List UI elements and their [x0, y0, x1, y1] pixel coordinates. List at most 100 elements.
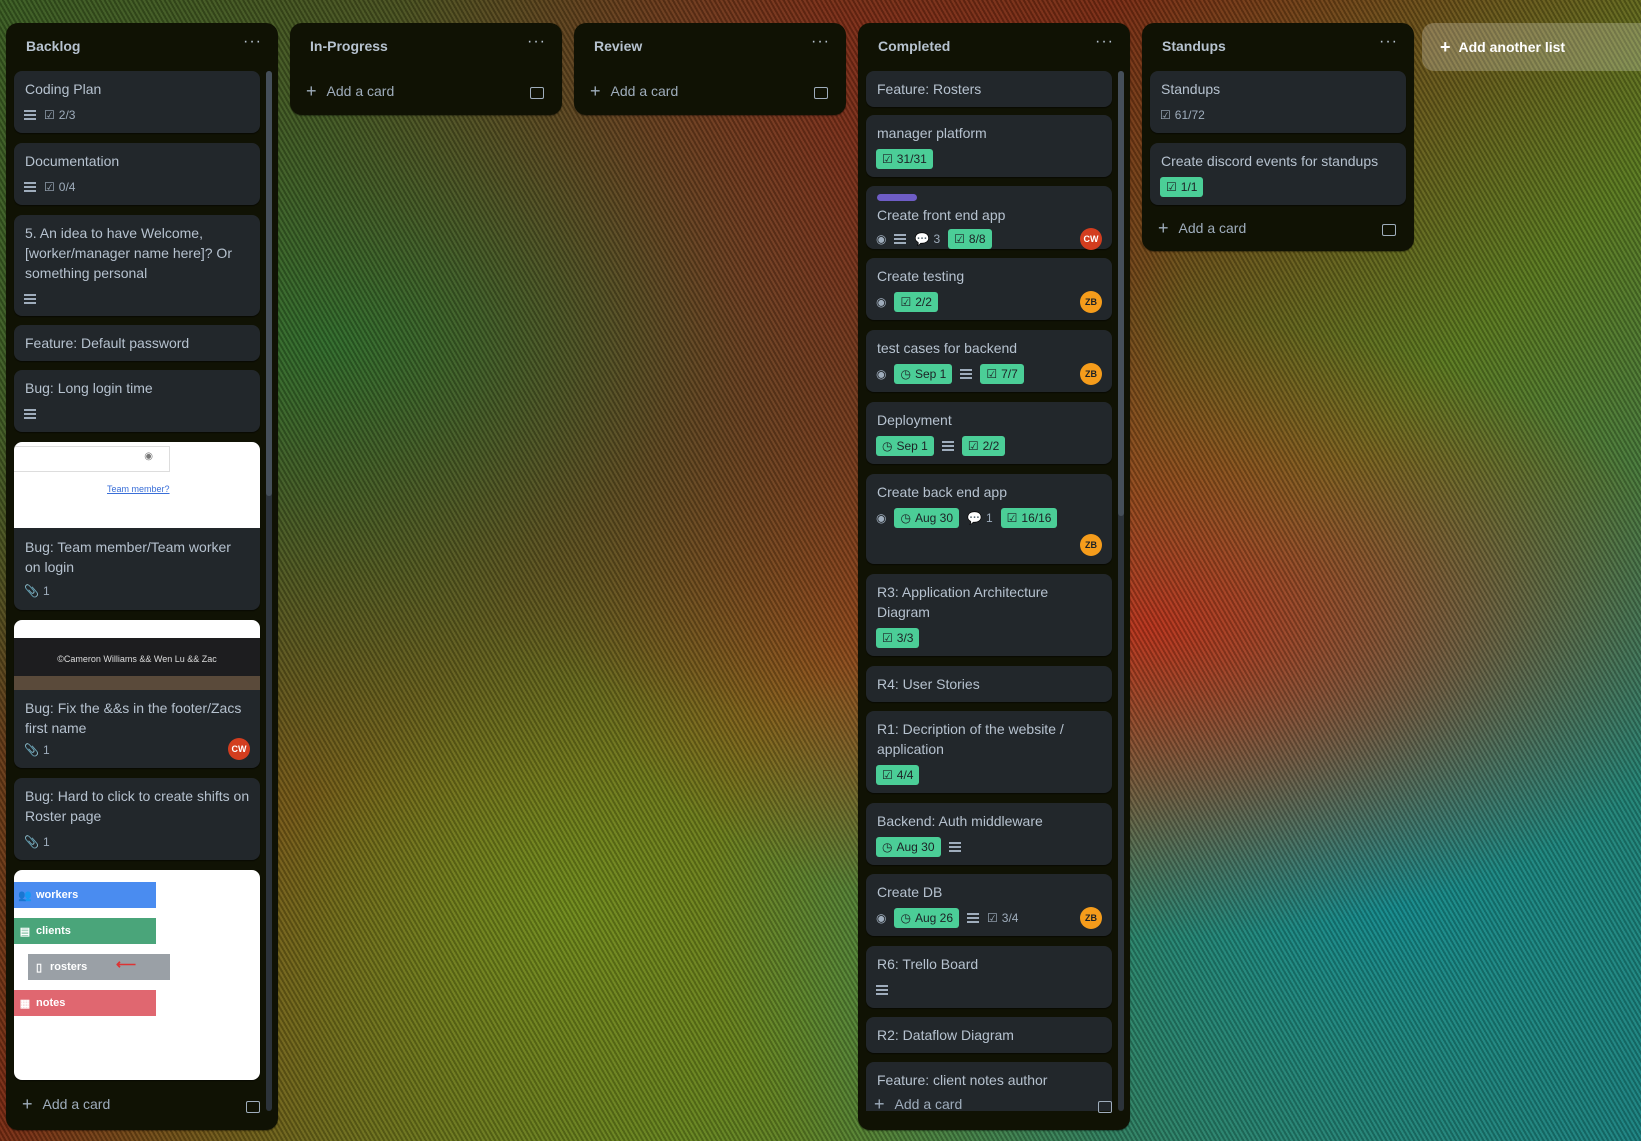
paperclip-icon: 📎 [24, 835, 39, 849]
add-list-label: Add another list [1458, 39, 1566, 55]
checkbox-icon: ☑ [882, 152, 893, 166]
card-title: Bug: Hard to click to create shifts on R… [25, 788, 250, 824]
card[interactable]: Bug: Long login time [14, 370, 260, 432]
create-from-template-icon[interactable] [1098, 1101, 1112, 1113]
clock-icon: ◷ [882, 439, 893, 453]
card[interactable]: Bug: Hard to click to create shifts on R… [14, 778, 260, 860]
card[interactable]: Coding Plan ☑ 2/3 [14, 71, 260, 133]
create-from-template-icon[interactable] [1382, 224, 1396, 236]
add-card-button[interactable]: + Add a card [590, 81, 678, 101]
checklist-badge: ☑ 4/4 [876, 765, 920, 785]
checklist-count: 0/4 [58, 180, 76, 194]
card[interactable]: Documentation ☑ 0/4 [14, 143, 260, 205]
create-from-template-icon[interactable] [246, 1101, 260, 1113]
list-menu-button[interactable]: ··· [1095, 33, 1114, 51]
card[interactable]: R1: Decription of the website / applicat… [866, 711, 1112, 793]
checkbox-icon: ☑ [986, 367, 998, 381]
scrollbar-thumb[interactable] [266, 71, 272, 496]
create-from-template-icon[interactable] [530, 87, 544, 99]
list-completed: Completed ··· Feature: Rosters manager p… [858, 23, 1130, 1130]
watch-icon: ◉ [876, 367, 887, 381]
member-avatar[interactable]: CW [1080, 228, 1102, 250]
card[interactable]: Create back end app ◉ ◷ Aug 30 💬 1 ☑ 16/16 … [866, 474, 1112, 564]
checklist-badge: ☑ 31/31 [876, 149, 933, 169]
checklist-badge: ☑ 8/8 [948, 229, 992, 249]
paperclip-icon: 📎 [24, 743, 39, 757]
card[interactable]: Standups ☑ 61/72 [1150, 71, 1406, 133]
list-title[interactable]: Review [594, 38, 642, 54]
list-menu-button[interactable]: ··· [811, 33, 830, 51]
member-avatar[interactable]: ZB [1080, 363, 1102, 385]
list-menu-button[interactable]: ··· [1379, 33, 1398, 51]
card[interactable]: R2: Dataflow Diagram [866, 1017, 1112, 1053]
plus-icon: + [1158, 218, 1169, 238]
plus-icon: + [22, 1094, 33, 1114]
list-title[interactable]: Completed [878, 38, 950, 54]
description-icon [960, 364, 973, 384]
clock-icon: ◷ [882, 840, 893, 854]
card[interactable]: 👥 workers ▤ clients ▯ rosters ⟵ ▦ notes [14, 870, 260, 1080]
attachment-count: 1 [42, 835, 50, 849]
card-title: Bug: Fix the &&s in the footer/Zacs firs… [25, 700, 242, 736]
due-date-badge: ◷ Aug 30 [876, 837, 941, 857]
card-title: 5. An idea to have Welcome, [worker/mana… [25, 225, 232, 281]
card-title: Create testing [877, 268, 965, 284]
watch-icon: ◉ [876, 295, 887, 309]
checkbox-icon: ☑ [967, 439, 979, 453]
card-title: Create discord events for standups [1161, 153, 1379, 169]
plus-icon: + [590, 81, 601, 101]
plus-icon: + [306, 81, 317, 101]
card-title: Documentation [25, 153, 120, 169]
checklist-badge: ☑ 61/72 [1160, 108, 1205, 122]
checkbox-icon: ☑ [1006, 511, 1018, 525]
id-card-icon: ▤ [19, 925, 31, 938]
description-icon [967, 908, 980, 928]
card[interactable]: Backend: Auth middleware ◷ Aug 30 [866, 803, 1112, 865]
card[interactable]: 5. An idea to have Welcome, [worker/mana… [14, 215, 260, 316]
checklist-count: 2/3 [58, 108, 76, 122]
member-avatar[interactable]: CW [228, 738, 250, 760]
list-menu-button[interactable]: ··· [243, 33, 262, 51]
description-icon [24, 289, 36, 309]
card[interactable]: Create testing ◉ ☑ 2/2 ZB [866, 258, 1112, 320]
card-label[interactable] [877, 194, 917, 201]
card[interactable]: Deployment ◷ Sep 1 ☑ 2/2 [866, 402, 1112, 464]
comment-icon: 💬 [967, 511, 982, 525]
card[interactable]: Feature: Default password [14, 325, 260, 361]
footer-text: ©Cameron Williams && Wen Lu && Zac [57, 654, 217, 664]
create-from-template-icon[interactable] [814, 87, 828, 99]
attachment-badge: 📎 1 [24, 581, 50, 601]
card[interactable]: manager platform ☑ 31/31 [866, 115, 1112, 177]
card[interactable]: R4: User Stories [866, 666, 1112, 702]
add-card-button[interactable]: + Add a card [22, 1094, 110, 1114]
card[interactable]: Create front end app ◉ 💬 3 ☑ 8/8 CW [866, 186, 1112, 250]
list-title[interactable]: Standups [1162, 38, 1226, 54]
add-card-button[interactable]: + Add a card [874, 1095, 962, 1113]
comments-badge: 💬 3 [914, 232, 941, 246]
watch-icon: ◉ [876, 232, 887, 246]
card[interactable]: Create discord events for standups ☑ 1/1 [1150, 143, 1406, 205]
add-card-button[interactable]: + Add a card [1158, 218, 1246, 238]
list-title[interactable]: In-Progress [310, 38, 388, 54]
card[interactable]: Create DB ◉ ◷ Aug 26 ☑ 3/4 ZB [866, 874, 1112, 936]
clock-icon: ◷ [900, 911, 911, 925]
checkbox-icon: ☑ [1160, 108, 1171, 122]
member-avatar[interactable]: ZB [1080, 534, 1102, 556]
card[interactable]: test cases for backend ◉ ◷ Sep 1 ☑ 7/7 ZB [866, 330, 1112, 392]
member-avatar[interactable]: ZB [1080, 907, 1102, 929]
checkbox-icon: ☑ [954, 232, 965, 246]
card[interactable]: R3: Application Architecture Diagram ☑ 3/… [866, 574, 1112, 656]
card[interactable]: ©Cameron Williams && Wen Lu && Zac Bug: … [14, 620, 260, 768]
add-card-button[interactable]: + Add a card [306, 81, 394, 101]
attachment-badge: 📎 1 [24, 832, 50, 852]
add-another-list-button[interactable]: + Add another list [1422, 23, 1641, 71]
list-menu-button[interactable]: ··· [527, 33, 546, 51]
checklist-badge: ☑ 2/2 [961, 436, 1006, 456]
card[interactable]: R6: Trello Board [866, 946, 1112, 1008]
card[interactable]: Feature: Rosters [866, 71, 1112, 107]
cover-menu-clients: ▤ clients [14, 918, 156, 944]
list-title[interactable]: Backlog [26, 38, 80, 54]
card-title: R6: Trello Board [877, 956, 979, 972]
member-avatar[interactable]: ZB [1080, 291, 1102, 313]
card[interactable]: ◉ Team member? Bug: Team member/Team wor… [14, 442, 260, 610]
